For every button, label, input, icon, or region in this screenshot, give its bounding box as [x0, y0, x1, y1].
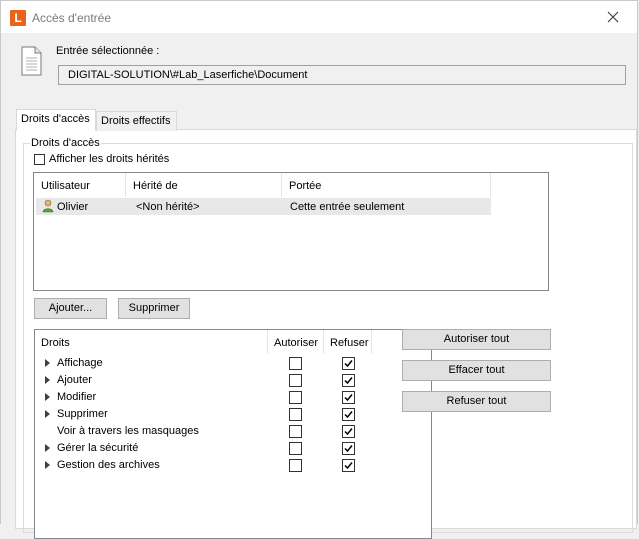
rights-row[interactable]: Voir à travers les masquages [35, 423, 431, 440]
deny-checkbox[interactable] [342, 357, 355, 370]
check-icon [344, 411, 353, 419]
column-header-scope[interactable]: Portée [282, 173, 491, 197]
expand-arrow-icon[interactable] [45, 444, 50, 452]
expand-arrow-icon[interactable] [45, 359, 50, 367]
users-list[interactable]: Utilisateur Hérité de Portée Olivier <No… [33, 172, 549, 291]
check-icon [344, 428, 353, 436]
right-name: Modifier [57, 391, 97, 403]
inherited-from: <Non hérité> [136, 201, 200, 213]
add-button[interactable]: Ajouter... [34, 298, 107, 319]
access-dialog: L Accès d'entrée Entrée sélectionnée : D… [0, 0, 638, 539]
user-icon [42, 199, 54, 213]
title-bar: L Accès d'entrée [1, 1, 637, 33]
tab-access-rights[interactable]: Droits d'accès [16, 109, 96, 131]
column-header-deny: Refuser [324, 330, 372, 354]
allow-checkbox[interactable] [289, 408, 302, 421]
check-icon [344, 394, 353, 402]
column-header-inherited[interactable]: Hérité de [126, 173, 282, 197]
expand-arrow-icon[interactable] [45, 410, 50, 418]
rights-row[interactable]: Gérer la sécurité [35, 440, 431, 457]
selected-entry-path: DIGITAL-SOLUTION\#Lab_Laserfiche\Documen… [58, 65, 626, 85]
allow-all-button[interactable]: Autoriser tout [402, 329, 551, 350]
table-row[interactable]: Olivier <Non hérité> Cette entrée seulem… [36, 198, 491, 215]
deny-checkbox[interactable] [342, 425, 355, 438]
right-name: Voir à travers les masquages [57, 425, 199, 437]
expand-arrow-icon[interactable] [45, 461, 50, 469]
deny-checkbox[interactable] [342, 391, 355, 404]
check-icon [344, 377, 353, 385]
deny-checkbox[interactable] [342, 459, 355, 472]
laserfiche-app-icon: L [10, 10, 26, 26]
expand-arrow-icon[interactable] [45, 376, 50, 384]
allow-checkbox[interactable] [289, 425, 302, 438]
close-icon [607, 11, 619, 23]
right-name: Ajouter [57, 374, 92, 386]
column-header-rights: Droits [35, 330, 268, 354]
remove-button[interactable]: Supprimer [118, 298, 190, 319]
close-button[interactable] [591, 1, 637, 33]
deny-checkbox[interactable] [342, 374, 355, 387]
right-name: Gérer la sécurité [57, 442, 139, 454]
user-name: Olivier [57, 201, 89, 213]
deny-checkbox[interactable] [342, 408, 355, 421]
deny-checkbox[interactable] [342, 442, 355, 455]
column-header-allow: Autoriser [268, 330, 324, 354]
check-icon [344, 445, 353, 453]
rights-row[interactable]: Supprimer [35, 406, 431, 423]
tab-effective-rights[interactable]: Droits effectifs [96, 111, 177, 131]
allow-checkbox[interactable] [289, 459, 302, 472]
allow-checkbox[interactable] [289, 374, 302, 387]
deny-all-button[interactable]: Refuser tout [402, 391, 551, 412]
allow-checkbox[interactable] [289, 357, 302, 370]
selected-entry-label: Entrée sélectionnée : [56, 45, 160, 57]
clear-all-button[interactable]: Effacer tout [402, 360, 551, 381]
check-icon [344, 360, 353, 368]
right-name: Gestion des archives [57, 459, 160, 471]
rights-row[interactable]: Affichage [35, 355, 431, 372]
check-icon [344, 462, 353, 470]
window-title: Accès d'entrée [32, 11, 112, 25]
rights-row[interactable]: Gestion des archives [35, 457, 431, 474]
document-icon [21, 46, 42, 76]
show-inherited-label: Afficher les droits hérités [49, 153, 170, 165]
expand-arrow-icon[interactable] [45, 393, 50, 401]
column-header-user[interactable]: Utilisateur [34, 173, 126, 197]
access-rights-group-label: Droits d'accès [30, 137, 101, 149]
right-name: Supprimer [57, 408, 108, 420]
allow-checkbox[interactable] [289, 391, 302, 404]
allow-checkbox[interactable] [289, 442, 302, 455]
scope: Cette entrée seulement [290, 201, 405, 213]
right-name: Affichage [57, 357, 103, 369]
rights-row[interactable]: Ajouter [35, 372, 431, 389]
rights-row[interactable]: Modifier [35, 389, 431, 406]
show-inherited-checkbox[interactable] [34, 154, 45, 165]
rights-list[interactable]: Droits Autoriser Refuser Affichage Ajoute… [34, 329, 432, 539]
